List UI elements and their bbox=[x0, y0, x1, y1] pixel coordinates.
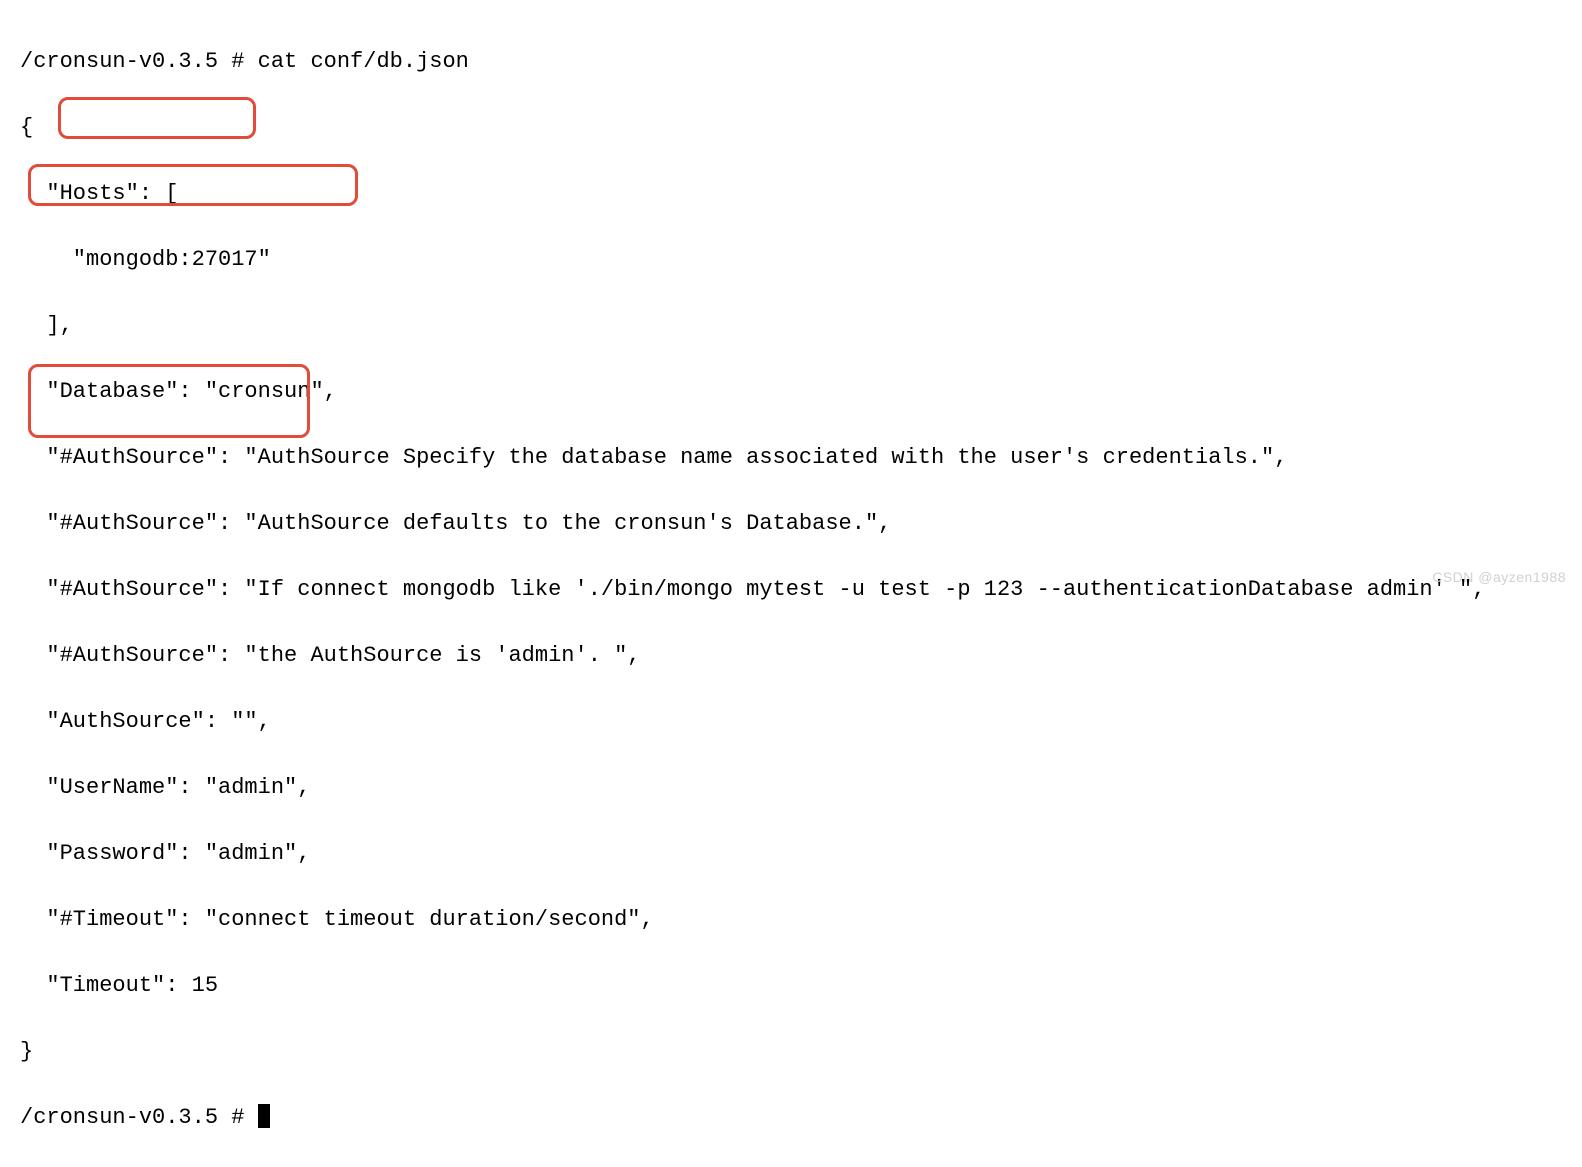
terminal-cursor bbox=[258, 1104, 270, 1128]
json-close-brace: } bbox=[20, 1035, 1562, 1068]
json-open-brace: { bbox=[20, 111, 1562, 144]
prompt-line-1: /cronsun-v0.3.5 # cat conf/db.json bbox=[20, 45, 1562, 78]
json-hosts-close: ], bbox=[20, 309, 1562, 342]
json-timeout-comment: "#Timeout": "connect timeout duration/se… bbox=[20, 903, 1562, 936]
json-authsource-1: "#AuthSource": "AuthSource Specify the d… bbox=[20, 441, 1562, 474]
json-hosts-key: "Hosts": [ bbox=[20, 177, 1562, 210]
json-timeout: "Timeout": 15 bbox=[20, 969, 1562, 1002]
prompt-line-2[interactable]: /cronsun-v0.3.5 # bbox=[20, 1101, 1562, 1134]
json-hosts-value: "mongodb:27017" bbox=[20, 243, 1562, 276]
json-database: "Database": "cronsun", bbox=[20, 375, 1562, 408]
json-authsource-5: "AuthSource": "", bbox=[20, 705, 1562, 738]
json-authsource-2: "#AuthSource": "AuthSource defaults to t… bbox=[20, 507, 1562, 540]
json-authsource-3: "#AuthSource": "If connect mongodb like … bbox=[20, 573, 1562, 606]
json-password: "Password": "admin", bbox=[20, 837, 1562, 870]
watermark-text: CSDN @ayzen1988 bbox=[1432, 567, 1566, 588]
json-authsource-4: "#AuthSource": "the AuthSource is 'admin… bbox=[20, 639, 1562, 672]
prompt-text: /cronsun-v0.3.5 # bbox=[20, 1105, 258, 1130]
terminal-output: /cronsun-v0.3.5 # cat conf/db.json { "Ho… bbox=[20, 12, 1562, 1167]
json-username: "UserName": "admin", bbox=[20, 771, 1562, 804]
